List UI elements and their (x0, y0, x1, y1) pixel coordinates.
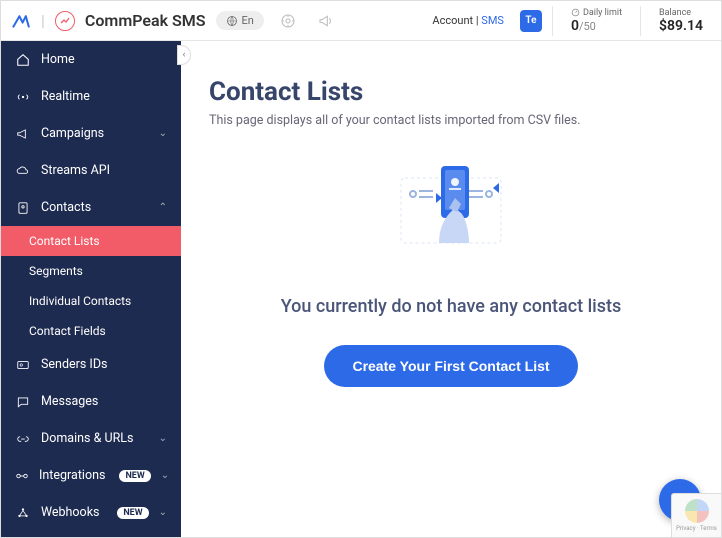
top-header: | CommPeak SMS En Account | SMS Te Daily… (1, 1, 721, 41)
sidebar-item-senders[interactable]: Senders IDs (1, 346, 181, 383)
sidebar-sub-segments[interactable]: Segments (1, 256, 181, 286)
integrations-icon (15, 469, 29, 483)
sidebar-item-home[interactable]: Home (1, 41, 181, 78)
sidebar-item-messages[interactable]: Messages (1, 383, 181, 420)
brand-analytics-icon (55, 11, 75, 31)
page-title: Contact Lists (209, 77, 693, 107)
link-icon (15, 432, 31, 446)
chevron-down-icon: ⌄ (159, 128, 167, 139)
sidebar-item-realtime[interactable]: Realtime (1, 78, 181, 115)
chevron-down-icon: ⌄ (159, 433, 167, 444)
language-selector[interactable]: En (216, 11, 264, 30)
megaphone-icon (15, 127, 31, 141)
sidebar-item-campaigns[interactable]: Campaigns ⌄ (1, 115, 181, 152)
gauge-icon (571, 8, 580, 17)
cloud-icon (15, 164, 31, 178)
sidebar-nav: Home Realtime Campaigns ⌄ Streams API Co… (1, 41, 181, 537)
sidebar-sub-contact-lists[interactable]: Contact Lists (1, 226, 181, 256)
daily-limit-metric: Daily limit 0/50 (563, 8, 630, 34)
brand-name: CommPeak SMS (85, 11, 206, 30)
account-link[interactable]: Account | SMS (432, 14, 504, 27)
new-badge: NEW (119, 470, 150, 482)
messages-icon (15, 395, 31, 409)
new-badge: NEW (117, 507, 148, 519)
sidebar-sub-fields[interactable]: Contact Fields (1, 316, 181, 346)
main-content: Contact Lists This page displays all of … (181, 41, 721, 537)
create-contact-list-button[interactable]: Create Your First Contact List (324, 345, 577, 387)
separator: | (41, 11, 45, 30)
contacts-icon (15, 201, 31, 215)
chevron-down-icon: ⌄ (161, 470, 169, 481)
home-icon (15, 53, 31, 67)
user-avatar[interactable]: Te (520, 10, 542, 32)
webhooks-icon (15, 506, 31, 520)
recaptcha-badge: Privacy · Terms (671, 493, 721, 537)
announcement-icon[interactable] (312, 13, 340, 29)
sidebar-item-webhooks[interactable]: Webhooks NEW ⌄ (1, 494, 181, 531)
page-description: This page displays all of your contact l… (209, 113, 693, 128)
empty-state-illustration (361, 148, 541, 268)
support-icon[interactable] (274, 13, 302, 29)
recaptcha-icon (685, 499, 709, 523)
id-icon (15, 358, 31, 372)
chevron-up-icon: ⌃ (159, 202, 167, 213)
empty-state-message: You currently do not have any contact li… (209, 296, 693, 317)
sidebar-sub-individual[interactable]: Individual Contacts (1, 286, 181, 316)
sidebar-item-contacts[interactable]: Contacts ⌃ (1, 189, 181, 226)
sidebar-item-streams[interactable]: Streams API (1, 152, 181, 189)
realtime-icon (15, 90, 31, 104)
chevron-down-icon: ⌄ (159, 507, 167, 518)
globe-icon (226, 15, 238, 27)
sidebar-item-integrations[interactable]: Integrations NEW ⌄ (1, 457, 181, 494)
sidebar-item-domains[interactable]: Domains & URLs ⌄ (1, 420, 181, 457)
balance-metric: Balance $89.14 (651, 8, 711, 34)
logo-icon[interactable] (11, 13, 31, 29)
